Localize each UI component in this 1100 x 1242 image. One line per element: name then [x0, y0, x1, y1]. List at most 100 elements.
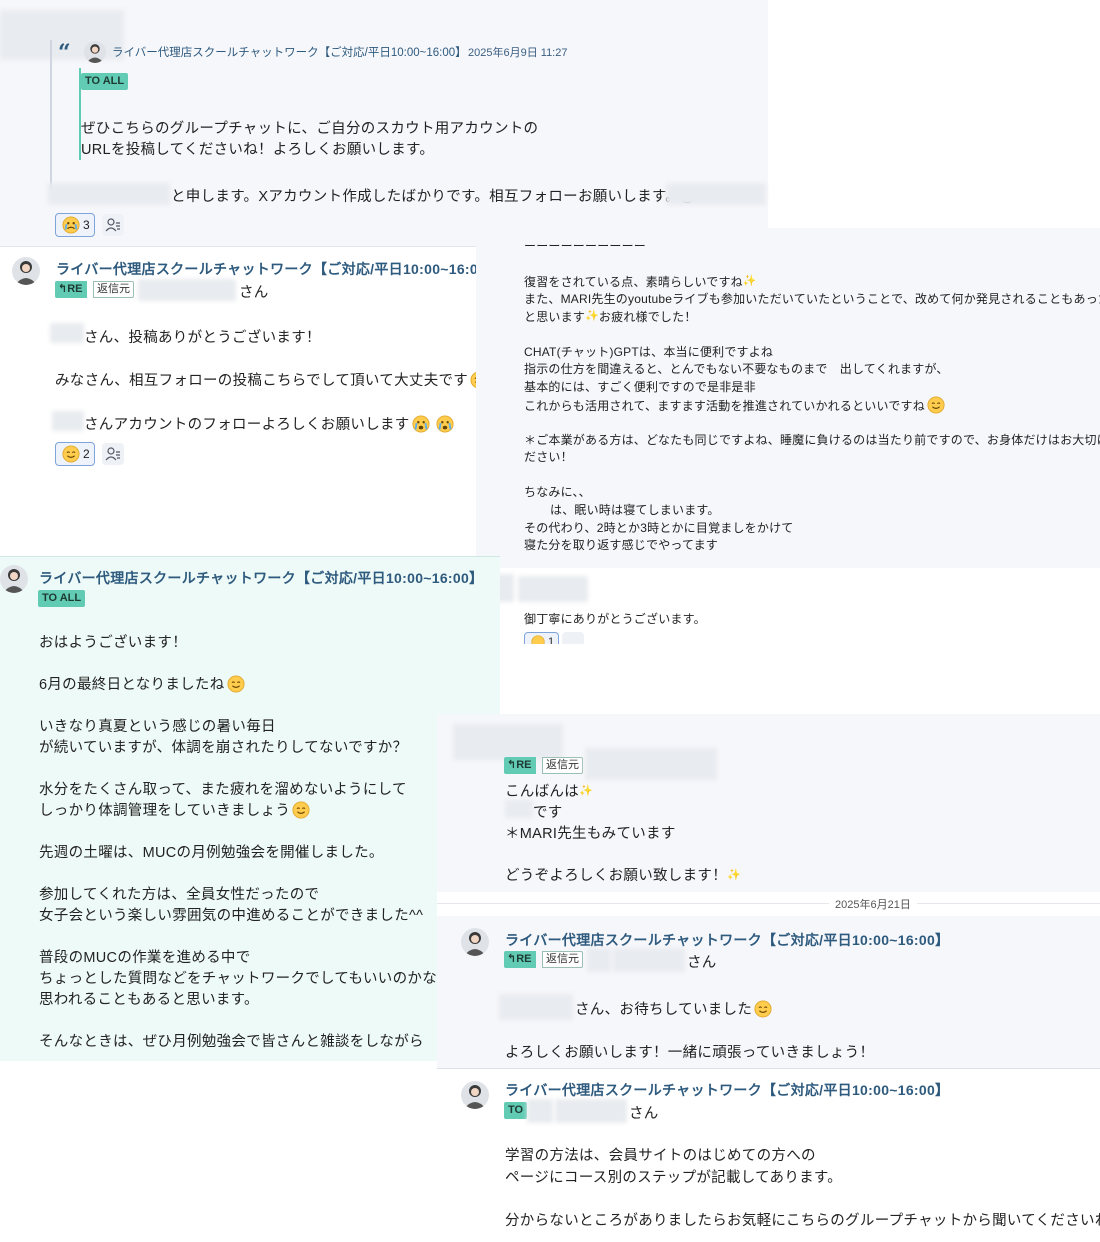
smile-face-icon: [62, 445, 80, 463]
message-line: 寝た分を取り返す感じでやってます: [524, 538, 719, 553]
message-line-2: です: [533, 805, 563, 821]
message-panel-right: ーーーーーーーーーー 復習をされている点、素晴らしいですね✨ また、MARI先生のy…: [476, 228, 1100, 569]
message-line: [524, 414, 1100, 432]
message-line: [524, 256, 1100, 274]
message-line: 女子会という楽しい雰囲気の中進めることができました^^: [39, 908, 424, 924]
crying-emoji-icon: [436, 415, 454, 433]
message-line: また、MARI先生のyoutubeライブも参加いただいていたということで、改めて…: [524, 291, 1100, 306]
reaction-smile[interactable]: 2: [55, 442, 95, 466]
user-list-icon: [105, 218, 120, 232]
message-line: ＊ご本業がある方は、どなたも同じですよね、睡魔に負けるのは当たり前ですので、お身…: [524, 432, 1100, 447]
message-line: しっかり体調管理をしていきましょう: [39, 801, 467, 822]
reaction[interactable]: 1: [524, 632, 560, 644]
message-line-1: さん、お待ちしていました: [575, 998, 772, 1019]
message-line: ちょっとした質問などをチャットワークでしてもいいのかな？と: [39, 971, 467, 987]
message-line: [524, 467, 1100, 485]
smile-emoji-icon: [754, 1000, 772, 1018]
message-line: 指示の仕方を間違えると、とんでもない不要なものまで 出してくれますが、: [524, 362, 949, 377]
sender-name[interactable]: ライバー代理店スクールチャットワーク【ご対応/平日10:00~16:00】: [505, 930, 949, 950]
message-line: [39, 864, 467, 885]
message-line: 基本的には、すごく便利ですので是非是非: [524, 379, 756, 394]
reply-source-tag[interactable]: 返信元: [93, 281, 134, 298]
message-suffix: お疲れ様でした！: [598, 310, 697, 325]
message-line: [39, 759, 467, 780]
reaction-count: 2: [83, 447, 90, 461]
message-line: 思われることもあると思います。: [39, 992, 259, 1008]
reaction-count: 3: [83, 218, 90, 232]
quote-bar: [50, 40, 52, 190]
message-panel-quote: “ ライバー代理店スクールチャットワーク【ご対応/平日10:00~16:00】 …: [0, 0, 768, 246]
redacted-name: [505, 800, 533, 818]
to-all-tag[interactable]: TO ALL: [38, 590, 86, 607]
avatar: [84, 41, 106, 63]
message-line: 学習の方法は、会員サイトのはじめての方への: [505, 1148, 816, 1164]
message-panel-welcome: ライバー代理店スクールチャットワーク【ご対応/平日10:00~16:00】 ↰R…: [437, 916, 1100, 1069]
redacted-name: [518, 576, 588, 602]
message-panel-reply: ライバー代理店スクールチャットワーク【ご対応/平日10:00~16:00】 ↰R…: [0, 246, 500, 557]
message-line-1: こんばんは✨: [505, 784, 593, 800]
redacted-name: [52, 411, 84, 431]
message-line: [505, 1189, 1100, 1211]
sparkle-icon: ✨: [579, 785, 593, 797]
reaction-users-button[interactable]: [102, 214, 124, 236]
to-all-tag[interactable]: TO ALL: [81, 73, 129, 90]
message-line-2: よろしくお願いします！一緒に頑張っていきましょう！: [505, 1045, 875, 1061]
message-panel-greeting: ↰RE 返信元 こんばんは✨ です ＊MARI先生もみています どうぞよろしくお…: [437, 714, 1100, 892]
message-line: [524, 326, 1100, 344]
message-body: おはようございます！ 6月の最終日となりましたね いきなり真夏という感じの暑い毎日が…: [39, 633, 467, 1053]
message-line: CHAT(チャット)GPTは、本当に便利ですよね: [524, 344, 774, 359]
redacted-name: [585, 748, 717, 780]
message-panel-right-reply: 御丁寧にありがとうございます。 1: [476, 568, 1100, 644]
message-line: 先週の土曜は、MUCの月例勉強会を開催しました。: [39, 845, 384, 861]
sender-name[interactable]: ライバー代理店スクールチャットワーク【ご対応/平日10:00~16:00】: [56, 259, 500, 279]
message-body: 学習の方法は、会員サイトのはじめての方へのページにコース別のステップが記載してあ…: [505, 1146, 1100, 1232]
message-line: ださい！: [524, 450, 573, 465]
message-line: その代わり、2時とか3時とかに目覚ましをかけて: [524, 520, 794, 535]
reply-text: 御丁寧にありがとうございます。: [524, 612, 706, 626]
avatar: [461, 928, 489, 956]
message-line: [39, 654, 467, 675]
message-line: [39, 927, 467, 948]
message-line: 分からないところがありましたらお気軽にこちらのグループチャットから聞いてください…: [505, 1212, 1100, 1229]
redacted-name: [499, 994, 573, 1020]
reply-tag[interactable]: ↰RE: [504, 951, 536, 968]
reaction-users-button[interactable]: [102, 443, 124, 465]
message-line: と思います✨お疲れ様でした！: [524, 310, 697, 325]
message-line: は、眠い時は寝てしまいます。: [550, 502, 720, 517]
message-line: ページにコース別のステップが記載してあります。: [505, 1169, 843, 1186]
reply-source-tag[interactable]: 返信元: [542, 951, 583, 968]
date-divider: 2025年6月21日: [437, 892, 1100, 916]
message-panel-guide: ライバー代理店スクールチャットワーク【ご対応/平日10:00~16:00】 TO…: [437, 1069, 1100, 1242]
to-tag[interactable]: TO: [504, 1102, 528, 1119]
message-line: 水分をたくさん取って、また疲れを溜めないようにして: [39, 782, 407, 798]
reaction-crying[interactable]: 3: [55, 213, 95, 237]
message-panel-announcement: ライバー代理店スクールチャットワーク【ご対応/平日10:00~16:00】 TO…: [0, 556, 500, 1061]
message-line-3: さんアカウントのフォローよろしくお願いします: [84, 413, 454, 434]
sender-name[interactable]: ライバー代理店スクールチャットワーク【ご対応/平日10:00~16:00】: [39, 568, 483, 588]
message-line: 普段のMUCの作業を進める中で: [39, 950, 251, 966]
redacted-name: [138, 279, 236, 301]
redacted-name: [48, 183, 170, 205]
sender-name[interactable]: ライバー代理店スクールチャットワーク【ご対応/平日10:00~16:00】: [505, 1080, 949, 1100]
reaction-users-button[interactable]: [562, 632, 584, 644]
redacted-name: [527, 1099, 553, 1123]
smile-emoji-icon: [927, 396, 945, 414]
reply-source-tag[interactable]: 返信元: [542, 757, 583, 774]
redacted-handle: [666, 183, 766, 205]
reply-tag[interactable]: ↰RE: [504, 757, 536, 774]
message-line: [39, 696, 467, 717]
san-suffix: さん: [687, 955, 717, 971]
message-line: そんなときは、ぜひ月例勉強会で皆さんと雑談をしながら: [39, 1034, 424, 1050]
avatar: [461, 1081, 489, 1109]
reply-tag[interactable]: ↰RE: [55, 281, 87, 298]
message-line-1: さん、投稿ありがとうございます！: [84, 330, 321, 346]
redacted-name: [587, 948, 611, 972]
quote-line-2: URLを投稿してくださいね！よろしくお願いします。: [81, 142, 435, 158]
message-line: おはようございます！: [39, 635, 187, 651]
quote-author: ライバー代理店スクールチャットワーク【ご対応/平日10:00~16:00】: [112, 47, 467, 59]
redacted-name: [50, 323, 84, 343]
message-body: ーーーーーーーーーー 復習をされている点、素晴らしいですね✨ また、MARI先生のy…: [524, 238, 1100, 555]
smile-emoji-icon: [226, 675, 245, 693]
san-suffix: さん: [629, 1106, 659, 1122]
sparkle-icon: ✨: [742, 275, 757, 288]
